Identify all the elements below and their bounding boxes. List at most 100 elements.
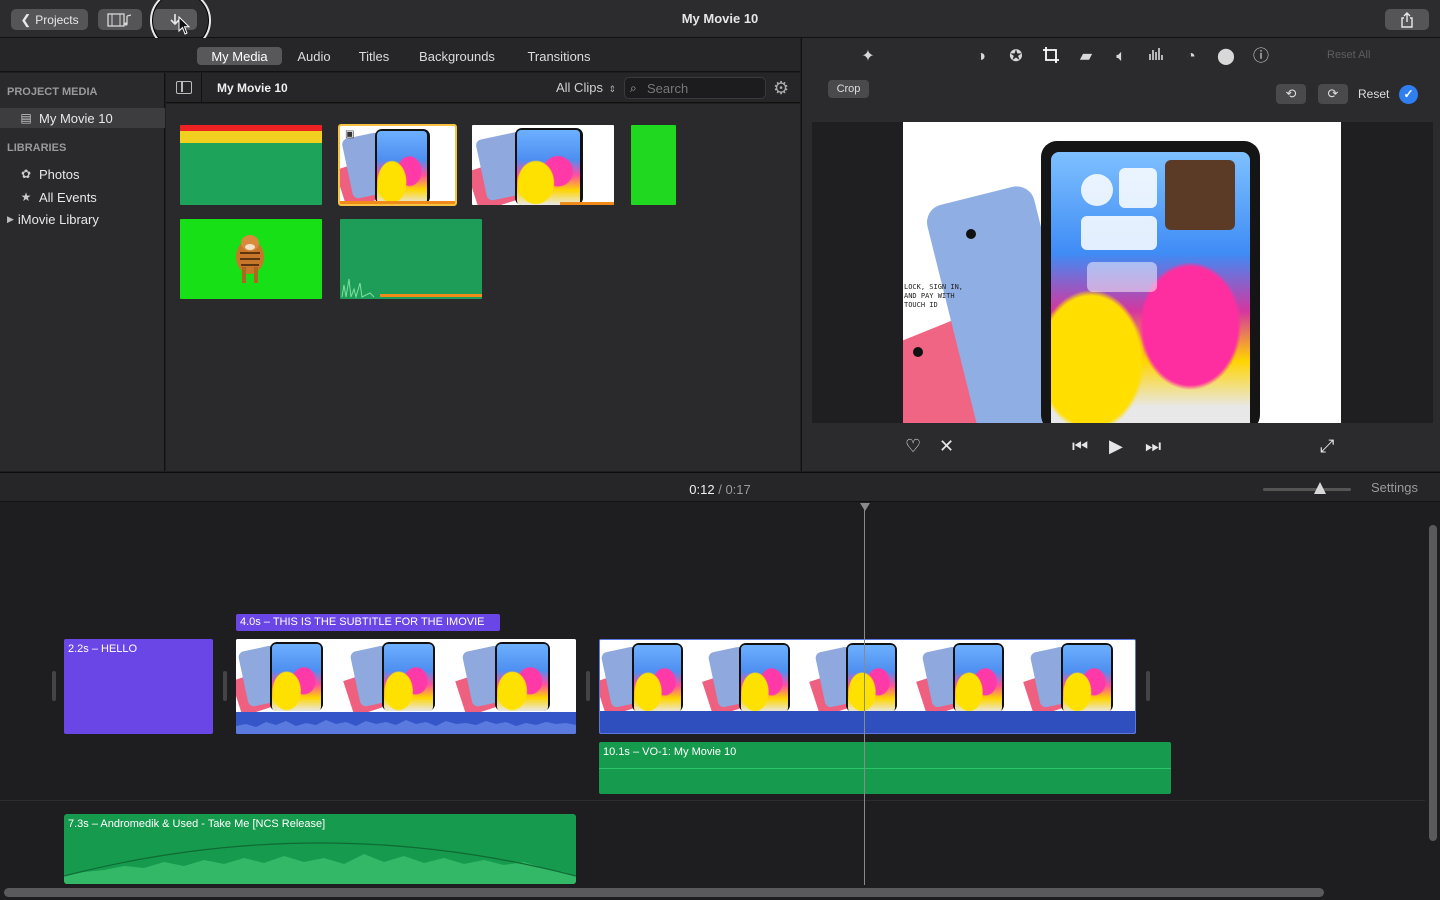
video-clip-ipad-1[interactable] xyxy=(236,639,576,734)
play-icon[interactable]: ▶ xyxy=(1109,436,1123,457)
clip-frame xyxy=(455,639,576,717)
clip-frame xyxy=(343,639,460,717)
video-clip-ipad-2[interactable] xyxy=(599,639,1136,734)
rotate-counterclockwise-icon: ⟲ xyxy=(1285,86,1297,101)
media-thumb-tiger[interactable] xyxy=(180,219,322,299)
volume-icon[interactable]: 🔈︎ xyxy=(1110,46,1132,68)
zoom-slider-knob[interactable] xyxy=(1314,482,1326,494)
music-clip[interactable]: 7.3s – Andromedik & Used - Take Me [NCS … xyxy=(64,814,576,884)
sidebar-item-label: Photos xyxy=(39,166,80,182)
total-time: 0:17 xyxy=(725,482,751,497)
camera-dot xyxy=(913,347,923,357)
sidebar-item-imovie-library[interactable]: ▶ iMovie Library xyxy=(0,209,165,229)
tab-transitions[interactable]: Transitions xyxy=(518,47,600,65)
clip-frame xyxy=(916,640,1028,718)
clip-frame xyxy=(702,640,814,718)
media-thumb-green-bars[interactable] xyxy=(180,125,322,205)
flower-icon: ✿ xyxy=(20,167,32,181)
waveform-image xyxy=(341,278,482,299)
sidebar-item-label: My Movie 10 xyxy=(39,110,113,126)
title-clip-hello[interactable]: 2.2s – HELLO xyxy=(64,639,213,734)
rotate-right-button[interactable]: ⟳ xyxy=(1318,84,1348,104)
rotate-left-button[interactable]: ⟲ xyxy=(1276,84,1306,104)
rotate-clockwise-icon: ⟳ xyxy=(1327,86,1339,101)
sidebar-toggle-icon[interactable] xyxy=(176,81,192,94)
equalizer-icon[interactable] xyxy=(1145,46,1167,68)
crop-icon[interactable] xyxy=(1040,46,1062,68)
title-clip-subtitle[interactable]: 4.0s – THIS IS THE SUBTITLE FOR THE IMOV… xyxy=(236,614,500,631)
equalizer-glyph xyxy=(1149,48,1163,60)
color-correction-icon[interactable]: ✪ xyxy=(1005,46,1027,68)
clip-filter-icon[interactable]: ⬤ xyxy=(1215,46,1237,68)
crop-style-button[interactable]: Crop xyxy=(828,80,869,98)
libraries-sidebar: PROJECT MEDIA ▤ My Movie 10 LIBRARIES ✿ … xyxy=(0,73,165,471)
clip-trim-handle[interactable] xyxy=(586,671,590,701)
media-browser-tabs: My Media Audio Titles Backgrounds Transi… xyxy=(0,38,800,72)
media-thumb-audio-clip[interactable] xyxy=(340,219,482,299)
reject-icon[interactable]: ✕ xyxy=(939,436,954,457)
fullscreen-icon[interactable]: ⤢ xyxy=(1320,436,1334,457)
skip-forward-icon[interactable]: ⏭︎ xyxy=(1145,436,1161,457)
tab-audio[interactable]: Audio xyxy=(290,47,338,65)
clock-widget xyxy=(1081,174,1113,206)
sidebar-item-my-movie-10[interactable]: ▤ My Movie 10 xyxy=(0,108,165,128)
media-grid: ▣ xyxy=(166,104,800,471)
photo-widget xyxy=(1119,168,1157,208)
clip-filter-select[interactable]: All Clips ⇕ xyxy=(556,80,616,95)
tab-my-media[interactable]: My Media xyxy=(197,47,282,65)
playhead[interactable] xyxy=(864,503,865,885)
used-indicator xyxy=(560,202,614,205)
playhead-marker[interactable] xyxy=(860,503,870,511)
top-toolbar: ❮ Projects My Movie 10 xyxy=(0,0,1440,51)
image-widget xyxy=(1165,160,1235,230)
ipad-image xyxy=(340,126,455,204)
divider xyxy=(201,73,202,103)
media-thumb-ipad-selected[interactable]: ▣ xyxy=(338,124,457,206)
clip-frame xyxy=(809,640,921,718)
apply-checkmark-icon[interactable]: ✓ xyxy=(1399,85,1418,104)
media-thumb-ipad[interactable] xyxy=(472,125,614,205)
share-icon xyxy=(1401,11,1413,28)
gear-icon[interactable]: ⚙ xyxy=(773,78,789,99)
clip-label: 4.0s – THIS IS THE SUBTITLE FOR THE IMOV… xyxy=(240,616,485,628)
sidebar-item-label: All Events xyxy=(39,189,97,205)
color-balance-icon[interactable]: ◑ xyxy=(970,46,992,68)
tab-backgrounds[interactable]: Backgrounds xyxy=(412,47,502,65)
timeline-settings-button[interactable]: Settings xyxy=(1371,480,1418,495)
project-icon: ▤ xyxy=(20,111,32,125)
reset-button[interactable]: Reset xyxy=(1358,87,1389,101)
voiceover-clip[interactable]: 10.1s – VO-1: My Movie 10 xyxy=(599,742,1171,794)
library-header: My Movie 10 All Clips ⇕ ⌕ ⚙ xyxy=(166,73,800,103)
speed-icon[interactable]: ◔ xyxy=(1180,46,1202,68)
favorite-heart-icon[interactable]: ♡ xyxy=(905,436,921,457)
project-media-heading: PROJECT MEDIA xyxy=(7,86,98,98)
clip-label: 2.2s – HELLO xyxy=(68,643,138,655)
sidebar-item-label: iMovie Library xyxy=(17,211,99,227)
weather-widget xyxy=(1087,262,1157,292)
info-icon[interactable]: ⓘ xyxy=(1250,46,1272,68)
stabilization-icon[interactable]: ▰ xyxy=(1075,46,1097,68)
horizontal-scrollbar[interactable] xyxy=(4,888,1324,897)
skip-back-icon[interactable]: ⏮︎ xyxy=(1072,436,1088,457)
share-button[interactable] xyxy=(1385,9,1429,30)
clip-trim-handle[interactable] xyxy=(52,671,56,701)
clip-trim-handle[interactable] xyxy=(1146,671,1150,701)
vertical-scrollbar[interactable] xyxy=(1429,525,1437,841)
search-input[interactable] xyxy=(647,80,763,96)
reset-all-button[interactable]: Reset All xyxy=(1327,49,1370,61)
timecode-display: 0:12 / 0:17 xyxy=(0,482,1440,497)
clip-trim-handle[interactable] xyxy=(223,671,227,701)
clip-audio-waveform xyxy=(236,712,576,734)
search-box[interactable]: ⌕ xyxy=(624,77,766,99)
used-indicator xyxy=(340,201,455,204)
disclosure-triangle-icon[interactable]: ▶ xyxy=(7,214,14,225)
tab-titles[interactable]: Titles xyxy=(350,47,398,65)
sidebar-item-photos[interactable]: ✿ Photos xyxy=(0,164,165,184)
timeline-header: 0:12 / 0:17 Settings xyxy=(0,472,1440,502)
music-waveform xyxy=(64,842,576,884)
zoom-slider-track[interactable] xyxy=(1263,488,1351,491)
media-thumb-green-screen[interactable] xyxy=(631,125,676,205)
preview-tagline: LOCK, SIGN IN, AND PAY WITH TOUCH ID xyxy=(904,283,964,309)
magic-wand-icon[interactable]: ✦ xyxy=(857,46,879,68)
sidebar-item-all-events[interactable]: ★ All Events xyxy=(0,187,165,207)
